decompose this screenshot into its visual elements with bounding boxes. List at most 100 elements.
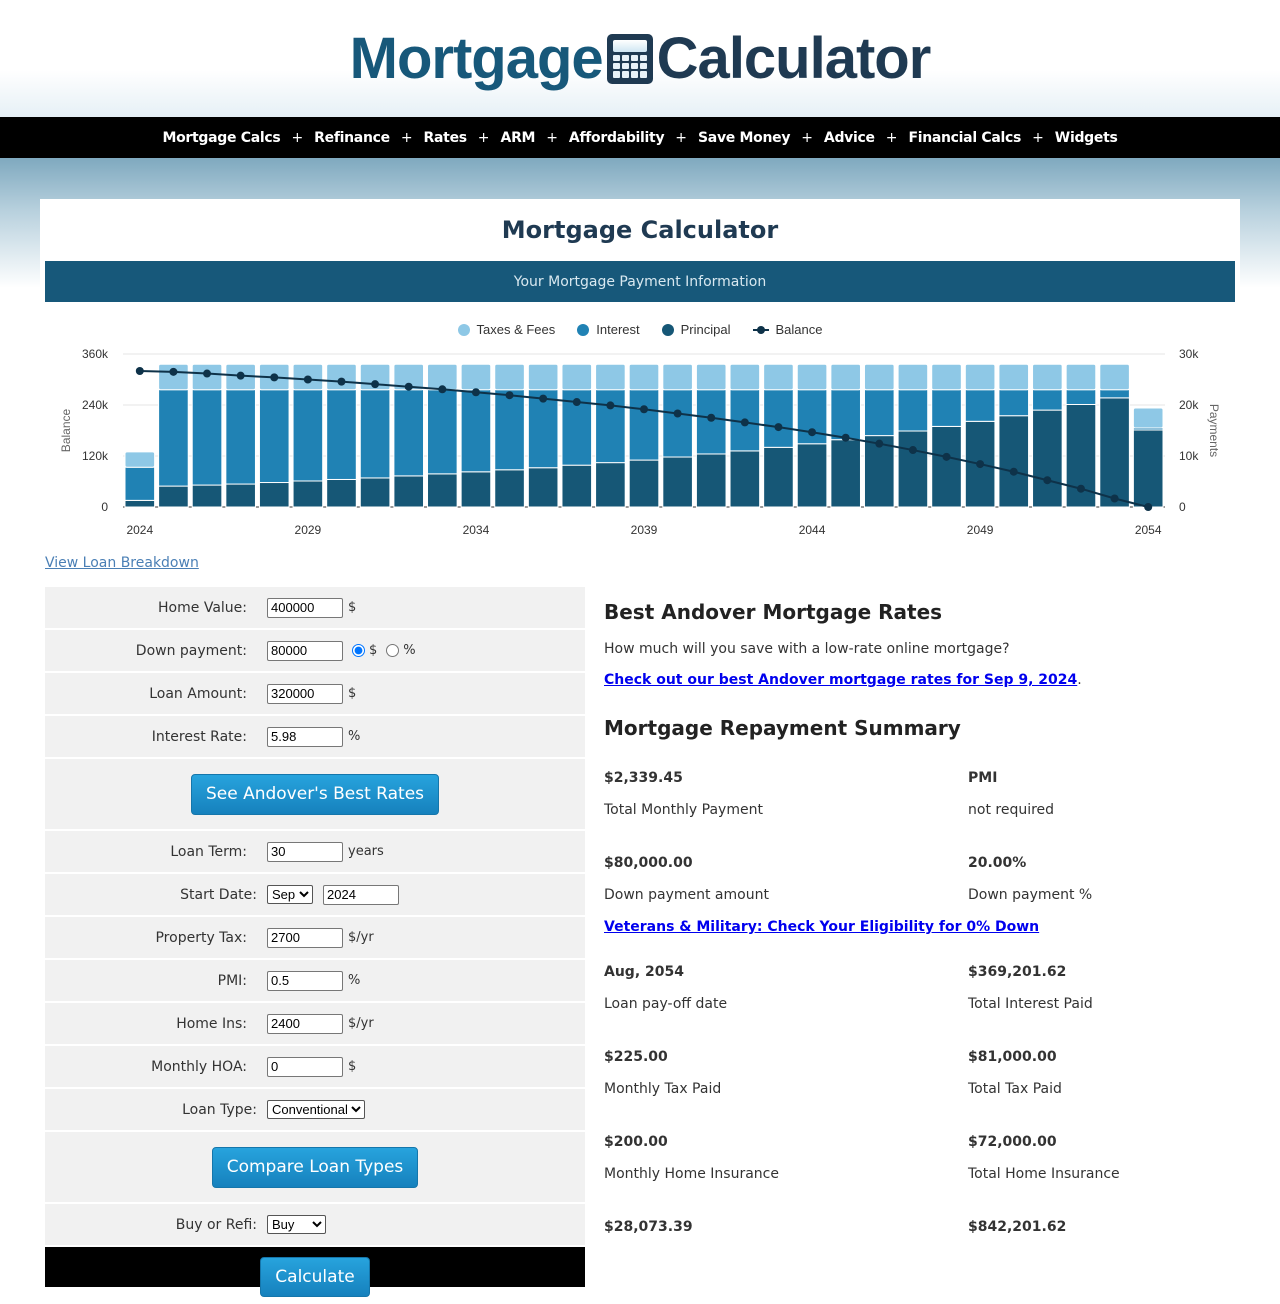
bar-principal	[460, 471, 492, 508]
y-right-tick-label: 20k	[1179, 398, 1199, 412]
legend-principal[interactable]: Principal	[661, 322, 731, 337]
bar-taxes	[561, 363, 593, 391]
compare-loan-types-button[interactable]: Compare Loan Types	[211, 1146, 419, 1188]
nav-expand-icon[interactable]: +	[401, 130, 413, 146]
loan-term-unit: years	[348, 844, 384, 859]
home-value-row: Home Value: $	[45, 587, 585, 630]
loan-type-label: Loan Type:	[182, 1101, 257, 1118]
down-payment-dollar-radio[interactable]	[352, 644, 365, 657]
bar-interest	[158, 389, 189, 487]
balance-point	[1043, 476, 1052, 485]
see-best-rates-button[interactable]: See Andover's Best Rates	[190, 773, 440, 815]
nav-advice[interactable]: Advice	[824, 130, 875, 146]
property-tax-input[interactable]	[267, 927, 343, 948]
pmi-input[interactable]	[267, 970, 343, 991]
interest-rate-input[interactable]	[267, 726, 343, 747]
bar-taxes	[527, 363, 559, 391]
veterans-link[interactable]: Veterans & Military: Check Your Eligibil…	[604, 919, 1039, 935]
bar-interest	[628, 389, 660, 461]
bar-interest	[662, 389, 693, 458]
site-header: Mortgage Calculator	[0, 0, 1280, 117]
nav-expand-icon[interactable]: +	[801, 130, 813, 146]
balance-point	[640, 405, 648, 414]
down-payment-label: Down payment:	[135, 642, 247, 659]
buy-refi-select[interactable]: Buy	[267, 1215, 326, 1234]
loan-term-label: Loan Term:	[170, 843, 247, 860]
best-rates-link[interactable]: Check out our best Andover mortgage rate…	[604, 672, 1077, 688]
rates-button-row: See Andover's Best Rates	[45, 759, 585, 831]
balance-point	[942, 452, 951, 461]
nav-expand-icon[interactable]: +	[291, 130, 303, 146]
legend-interest[interactable]: Interest	[577, 322, 640, 337]
balance-point	[337, 377, 346, 386]
home-ins-row: Home Ins: $/yr	[45, 1003, 585, 1046]
nav-refinance[interactable]: Refinance	[314, 130, 390, 146]
bar-principal	[225, 483, 256, 508]
balance-point	[1076, 484, 1085, 493]
start-year-input[interactable]	[323, 884, 399, 905]
home-ins-input[interactable]	[267, 1013, 343, 1034]
legend-balance[interactable]: Balance	[752, 322, 822, 337]
loan-amount-unit: $	[348, 686, 357, 701]
start-month-select[interactable]: Sep	[267, 885, 313, 904]
nav-expand-icon[interactable]: +	[1032, 130, 1044, 146]
view-loan-breakdown-link[interactable]: View Loan Breakdown	[45, 555, 199, 571]
y-right-tick-label: 30k	[1179, 347, 1199, 361]
balance-point	[1009, 467, 1018, 476]
chart-legend: Taxes & Fees Interest Principal Balance	[45, 322, 1235, 337]
down-payment-percent-radio[interactable]	[386, 644, 400, 657]
pmi-unit: %	[348, 973, 361, 988]
summary-item: 20.00% Down payment %	[968, 855, 1093, 903]
bar-interest	[763, 389, 794, 448]
nav-rates[interactable]: Rates	[424, 130, 468, 146]
bar-principal	[258, 482, 290, 508]
calculate-button[interactable]: Calculate	[260, 1257, 370, 1297]
loan-term-input[interactable]	[267, 841, 343, 862]
nav-financial-calcs[interactable]: Financial Calcs	[908, 130, 1021, 146]
bar-taxes	[763, 363, 794, 391]
logo-text-mortgage: Mortgage	[349, 26, 604, 91]
down-payment-input[interactable]	[267, 640, 343, 661]
nav-expand-icon[interactable]: +	[886, 130, 898, 146]
home-value-input[interactable]	[267, 597, 343, 618]
nav-arm[interactable]: ARM	[501, 130, 536, 146]
loan-type-select[interactable]: Conventional	[267, 1100, 365, 1119]
balance-point	[135, 367, 144, 375]
hoa-row: Monthly HOA: $	[45, 1046, 585, 1089]
loan-term-row: Loan Term: years	[45, 831, 585, 874]
balance-point	[841, 433, 850, 442]
legend-taxes[interactable]: Taxes & Fees	[457, 322, 555, 337]
nav-expand-icon[interactable]: +	[546, 130, 558, 146]
nav-expand-icon[interactable]: +	[675, 130, 687, 146]
bar-principal	[1099, 397, 1130, 508]
bar-principal	[595, 462, 626, 508]
nav-mortgage-calcs[interactable]: Mortgage Calcs	[162, 130, 280, 146]
property-tax-unit: $/yr	[348, 930, 374, 945]
nav-affordability[interactable]: Affordability	[569, 130, 665, 146]
y-right-tick-label: 0	[1179, 500, 1186, 514]
chart-svg: 0 0 120k 10k 240k 20k 360k 30k Balance Payments 20…	[59, 347, 1221, 537]
summary-grid-2: Aug, 2054 Loan pay-off date $369,201.62 To…	[604, 964, 1234, 1304]
loan-amount-input[interactable]	[267, 683, 343, 704]
nav-save-money[interactable]: Save Money	[698, 130, 790, 146]
home-ins-unit: $/yr	[348, 1016, 374, 1031]
bar-interest	[897, 389, 929, 432]
nav-expand-icon[interactable]: +	[478, 130, 490, 146]
y-right-axis-title: Payments	[1207, 404, 1221, 457]
hoa-input[interactable]	[267, 1056, 343, 1077]
bar-principal	[494, 469, 525, 508]
home-value-label: Home Value:	[158, 599, 247, 616]
balance-point	[572, 398, 581, 407]
y-left-tick-label: 360k	[82, 347, 109, 361]
legend-interest-swatch	[577, 323, 590, 336]
start-date-label: Start Date:	[180, 886, 257, 903]
bar-taxes	[595, 363, 626, 391]
bar-interest	[695, 389, 727, 455]
calculator-form: Home Value: $ Down payment: $ % Loan Amo…	[45, 587, 585, 1247]
nav-widgets[interactable]: Widgets	[1055, 130, 1118, 146]
site-logo[interactable]: Mortgage Calculator	[349, 25, 932, 92]
summary-item: $842,201.62	[968, 1219, 1067, 1235]
x-tick-label: 2029	[295, 523, 322, 537]
summary-item: $200.00 Monthly Home Insurance	[604, 1134, 779, 1182]
balance-point	[169, 367, 178, 376]
